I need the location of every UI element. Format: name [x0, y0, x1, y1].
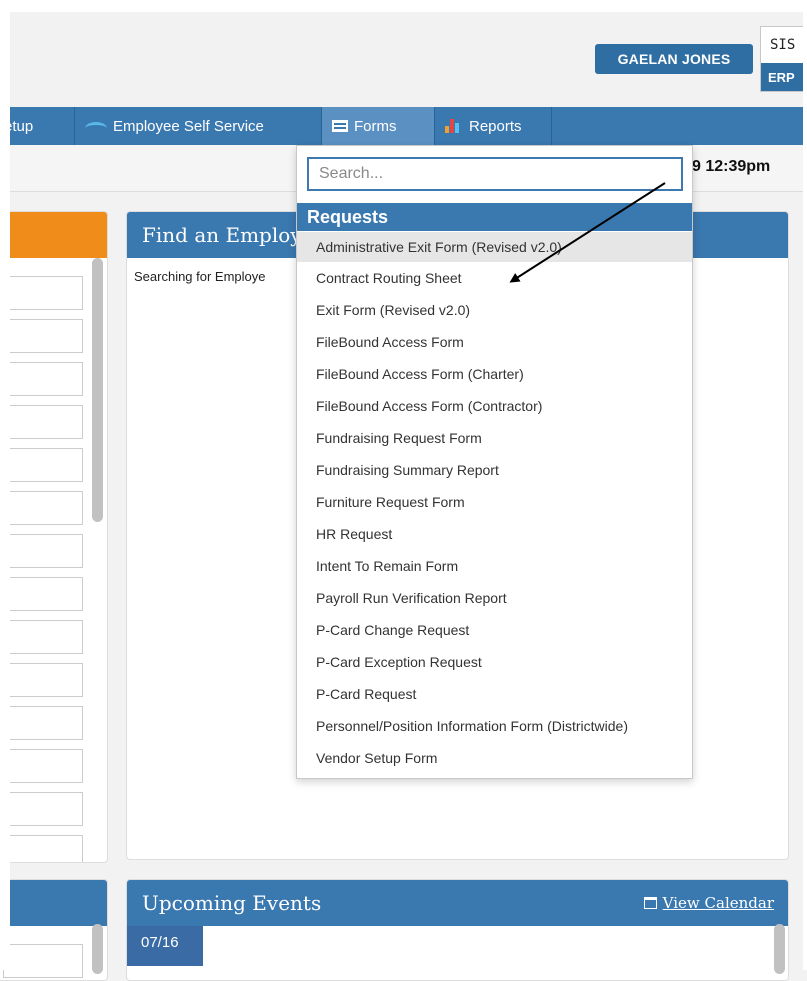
view-calendar-link[interactable]: View Calendar — [643, 894, 774, 912]
nav-employee-self-service[interactable]: Employee Self Service — [75, 107, 322, 145]
menu-item-exit-form[interactable]: Exit Form (Revised v2.0) — [297, 294, 692, 326]
left-panel-row[interactable] — [3, 835, 83, 862]
left-panel-row[interactable] — [3, 319, 83, 353]
menu-item-personnel-position-information-form[interactable]: Personnel/Position Information Form (Dis… — [297, 710, 692, 742]
menu-item-hr-request[interactable]: HR Request — [297, 518, 692, 550]
menu-item-filebound-access-form-charter[interactable]: FileBound Access Form (Charter) — [297, 358, 692, 390]
right-edge — [803, 0, 807, 970]
menu-item-intent-to-remain-form[interactable]: Intent To Remain Form — [297, 550, 692, 582]
left-panel-row[interactable] — [3, 749, 83, 783]
menu-item-fundraising-summary-report[interactable]: Fundraising Summary Report — [297, 454, 692, 486]
view-calendar-label: View Calendar — [662, 894, 774, 912]
current-time: 9 12:39pm — [692, 158, 771, 175]
left-panel-row[interactable] — [3, 534, 83, 568]
left-panel-row[interactable] — [3, 620, 83, 654]
left-edge — [0, 0, 10, 970]
menu-item-furniture-request-form[interactable]: Furniture Request Form — [297, 486, 692, 518]
calendar-icon — [643, 897, 657, 909]
menu-item-p-card-request[interactable]: P-Card Request — [297, 678, 692, 710]
menu-item-fundraising-request-form[interactable]: Fundraising Request Form — [297, 422, 692, 454]
forms-search-input[interactable] — [307, 157, 683, 191]
left-panel-row[interactable] — [3, 577, 83, 611]
ess-icon — [85, 121, 107, 131]
left-bottom-scrollbar[interactable] — [92, 924, 103, 974]
requests-section-header: Requests — [297, 203, 692, 231]
menu-item-filebound-access-form[interactable]: FileBound Access Form — [297, 326, 692, 358]
events-scrollbar[interactable] — [774, 924, 785, 974]
menu-item-p-card-exception-request[interactable]: P-Card Exception Request — [297, 646, 692, 678]
nav-ess-label: Employee Self Service — [113, 117, 264, 135]
event-date: 07/16 — [127, 926, 203, 966]
left-panel-row[interactable] — [3, 491, 83, 525]
left-panel-row[interactable] — [3, 405, 83, 439]
nav-forms[interactable]: Forms — [322, 107, 435, 145]
left-panel-row[interactable] — [3, 706, 83, 740]
user-name-button[interactable]: GAELAN JONES — [595, 44, 753, 74]
forms-dropdown-menu: Requests Administrative Exit Form (Revis… — [296, 145, 693, 779]
left-panel-row[interactable] — [3, 362, 83, 396]
menu-item-vendor-setup-form[interactable]: Vendor Setup Form — [297, 742, 692, 774]
menu-item-p-card-change-request[interactable]: P-Card Change Request — [297, 614, 692, 646]
menu-item-payroll-run-verification-report[interactable]: Payroll Run Verification Report — [297, 582, 692, 614]
system-erp-option[interactable]: ERP — [761, 63, 807, 91]
left-panel-row[interactable] — [3, 276, 83, 310]
main-navbar: etup Employee Self Service Forms Reports — [0, 107, 807, 145]
left-panel-row[interactable] — [3, 792, 83, 826]
system-switcher[interactable]: SIS ERP — [760, 26, 807, 92]
left-panel-row[interactable] — [3, 448, 83, 482]
system-sis-option[interactable]: SIS — [761, 27, 807, 63]
upcoming-events-header: Upcoming Events View Calendar — [127, 880, 788, 926]
menu-item-administrative-exit-form[interactable]: Administrative Exit Form (Revised v2.0) — [297, 232, 692, 262]
nav-forms-label: Forms — [354, 117, 397, 135]
menu-item-filebound-access-form-contractor[interactable]: FileBound Access Form (Contractor) — [297, 390, 692, 422]
forms-icon — [332, 120, 348, 132]
left-panel-header — [0, 212, 107, 258]
nav-setup[interactable]: etup — [0, 107, 75, 145]
left-panel-row[interactable] — [3, 663, 83, 697]
upcoming-events-panel: Upcoming Events View Calendar 07/16 — [126, 879, 789, 981]
left-bottom-header — [0, 880, 107, 926]
nav-reports[interactable]: Reports — [435, 107, 552, 145]
upcoming-events-title: Upcoming Events — [142, 891, 322, 915]
left-bottom-row[interactable] — [3, 944, 83, 978]
left-panel-scrollbar[interactable] — [92, 258, 103, 522]
reports-icon — [445, 119, 463, 133]
forms-list: Administrative Exit Form (Revised v2.0) … — [297, 232, 692, 774]
nav-reports-label: Reports — [469, 117, 522, 135]
menu-item-contract-routing-sheet[interactable]: Contract Routing Sheet — [297, 262, 692, 294]
top-edge — [0, 0, 807, 12]
